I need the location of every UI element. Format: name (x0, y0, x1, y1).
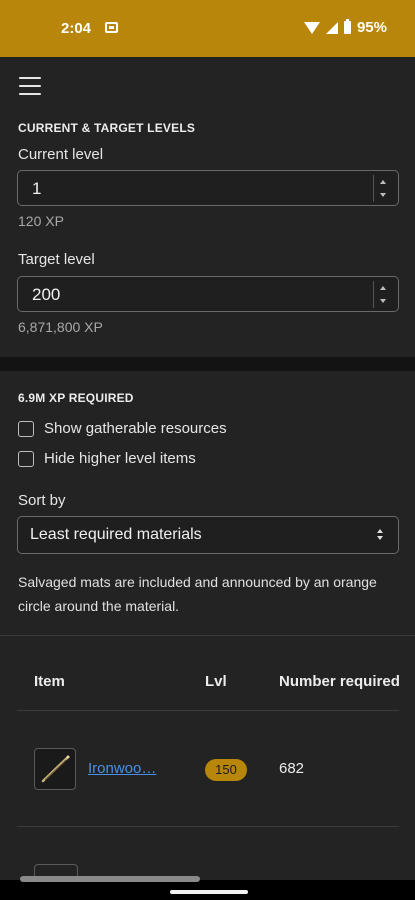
target-level-xp: 6,871,800 XP (18, 319, 103, 335)
sort-by-value: Least required materials (30, 526, 202, 543)
battery-percent: 95% (356, 19, 387, 36)
current-level-label: Current level (18, 146, 104, 163)
show-gatherable-label: Show gatherable resources (44, 420, 227, 437)
target-level-input[interactable]: 200 (17, 276, 399, 312)
table-header-divider (17, 710, 399, 711)
horizontal-scrollbar[interactable] (20, 876, 200, 882)
salvaged-note: Salvaged mats are included and announced… (18, 574, 377, 614)
decrement-icon[interactable] (378, 295, 388, 307)
hamburger-icon[interactable] (19, 77, 41, 95)
wifi-icon (303, 21, 320, 34)
levels-section-title: CURRENT & TARGET LEVELS (18, 121, 196, 135)
row-divider (17, 826, 399, 827)
xp-required-title: 6.9M XP REQUIRED (18, 391, 134, 405)
gesture-handle[interactable] (170, 890, 248, 894)
show-gatherable-checkbox[interactable]: Show gatherable resources (18, 420, 227, 437)
item-link[interactable]: Ironwoo… (88, 760, 156, 777)
status-bar: 2:04 95% (0, 0, 415, 57)
current-level-input[interactable]: 1 (17, 170, 399, 206)
checkbox-icon[interactable] (18, 450, 34, 467)
target-level-label: Target level (18, 251, 95, 268)
checkbox-icon[interactable] (18, 420, 34, 437)
status-time: 2:04 (61, 20, 92, 37)
select-arrows-icon (376, 529, 384, 543)
notification-icon (105, 22, 118, 33)
target-level-spinner (373, 281, 392, 308)
current-level-spinner (373, 175, 392, 202)
section-divider (0, 357, 415, 371)
hide-higher-checkbox[interactable]: Hide higher level items (18, 450, 196, 467)
column-header-number: Number required (279, 673, 400, 690)
sort-by-label: Sort by (18, 492, 66, 509)
column-header-item: Item (34, 673, 65, 690)
increment-icon[interactable] (378, 176, 388, 188)
number-required: 682 (279, 760, 305, 777)
hide-higher-label: Hide higher level items (44, 450, 196, 467)
app-bar (0, 57, 415, 116)
level-badge: 150 (205, 759, 247, 781)
battery-icon (343, 19, 351, 34)
ironwood-stick-icon (34, 748, 76, 790)
cell-signal-icon (325, 21, 338, 34)
sort-by-select[interactable]: Least required materials (17, 516, 399, 554)
target-level-value: 200 (32, 285, 61, 304)
increment-icon[interactable] (378, 282, 388, 294)
current-level-xp: 120 XP (18, 213, 64, 229)
column-header-lvl: Lvl (205, 673, 227, 690)
divider (0, 635, 415, 636)
system-icons: 95% (303, 19, 387, 36)
decrement-icon[interactable] (378, 189, 388, 201)
current-level-value: 1 (32, 179, 42, 198)
